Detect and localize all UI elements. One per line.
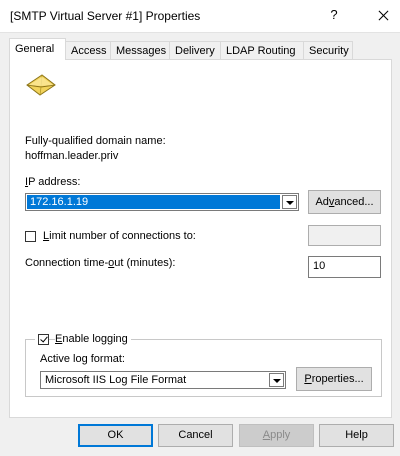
- properties-label-mnemonic: P: [304, 373, 312, 385]
- tab-label: Access: [71, 45, 107, 57]
- log-format-label: Active log format:: [40, 353, 125, 365]
- tab-messages[interactable]: Messages: [110, 41, 171, 60]
- title-bar[interactable]: [SMTP Virtual Server #1] Properties ?: [0, 0, 400, 32]
- advanced-label-pre: Ad: [315, 196, 329, 208]
- enable-logging-checkbox[interactable]: [38, 334, 49, 345]
- window-title: [SMTP Virtual Server #1] Properties: [10, 9, 201, 23]
- limit-label-text: imit number of connections to:: [49, 230, 196, 242]
- advanced-button[interactable]: Advanced...: [308, 190, 381, 214]
- help-icon[interactable]: ?: [327, 7, 341, 22]
- tab-access[interactable]: Access: [65, 41, 112, 60]
- tab-label: Delivery: [175, 45, 215, 57]
- help-button[interactable]: Help: [319, 424, 394, 447]
- ok-button[interactable]: OK: [78, 424, 153, 447]
- tab-label: Security: [309, 45, 349, 57]
- tab-label: General: [15, 43, 55, 55]
- cancel-button[interactable]: Cancel: [158, 424, 233, 447]
- timeout-label-post: ut (minutes):: [114, 257, 176, 269]
- log-format-select[interactable]: Microsoft IIS Log File Format: [40, 371, 286, 389]
- smtp-envelope-icon: [26, 74, 56, 96]
- tab-label: LDAP Routing: [226, 45, 296, 57]
- tab-ldap-routing[interactable]: LDAP Routing: [220, 41, 305, 60]
- ip-address-label: IP address:: [25, 176, 80, 188]
- general-tab-panel: Fully-qualified domain name: hoffman.lea…: [9, 59, 392, 418]
- ip-address-value: 172.16.1.19: [27, 195, 280, 209]
- apply-label-mnemonic: A: [262, 429, 271, 441]
- limit-connections-input[interactable]: [308, 225, 381, 246]
- connection-timeout-label: Connection time-out (minutes):: [25, 257, 175, 269]
- timeout-label-pre: Connection time-: [25, 257, 109, 269]
- connection-timeout-input[interactable]: 10: [308, 256, 381, 278]
- chevron-down-icon[interactable]: [269, 373, 284, 387]
- fqdn-value: hoffman.leader.priv: [25, 150, 119, 162]
- enable-logging-label[interactable]: Enable logging: [55, 333, 131, 345]
- apply-label-text: pply: [270, 429, 291, 441]
- tab-security[interactable]: Security: [303, 41, 353, 60]
- ip-address-select[interactable]: 172.16.1.19: [25, 193, 299, 211]
- limit-connections-checkbox[interactable]: [25, 231, 36, 242]
- chevron-down-icon[interactable]: [282, 195, 297, 209]
- close-icon[interactable]: [366, 1, 400, 31]
- fqdn-label: Fully-qualified domain name:: [25, 135, 166, 147]
- log-format-value: Microsoft IIS Log File Format: [45, 374, 187, 386]
- log-properties-button[interactable]: Properties...: [296, 367, 372, 391]
- tab-delivery[interactable]: Delivery: [169, 41, 222, 60]
- advanced-label-post: anced...: [334, 196, 374, 208]
- limit-connections-label[interactable]: Limit number of connections to:: [43, 230, 196, 242]
- tab-label: Messages: [116, 45, 167, 57]
- properties-label-text: roperties...: [311, 373, 364, 385]
- enable-logging-row: Enable logging: [35, 333, 131, 347]
- logging-label-text: nable logging: [62, 333, 128, 345]
- ip-label-text: P address:: [28, 176, 81, 188]
- tab-general[interactable]: General: [9, 38, 66, 60]
- apply-button[interactable]: Apply: [239, 424, 314, 447]
